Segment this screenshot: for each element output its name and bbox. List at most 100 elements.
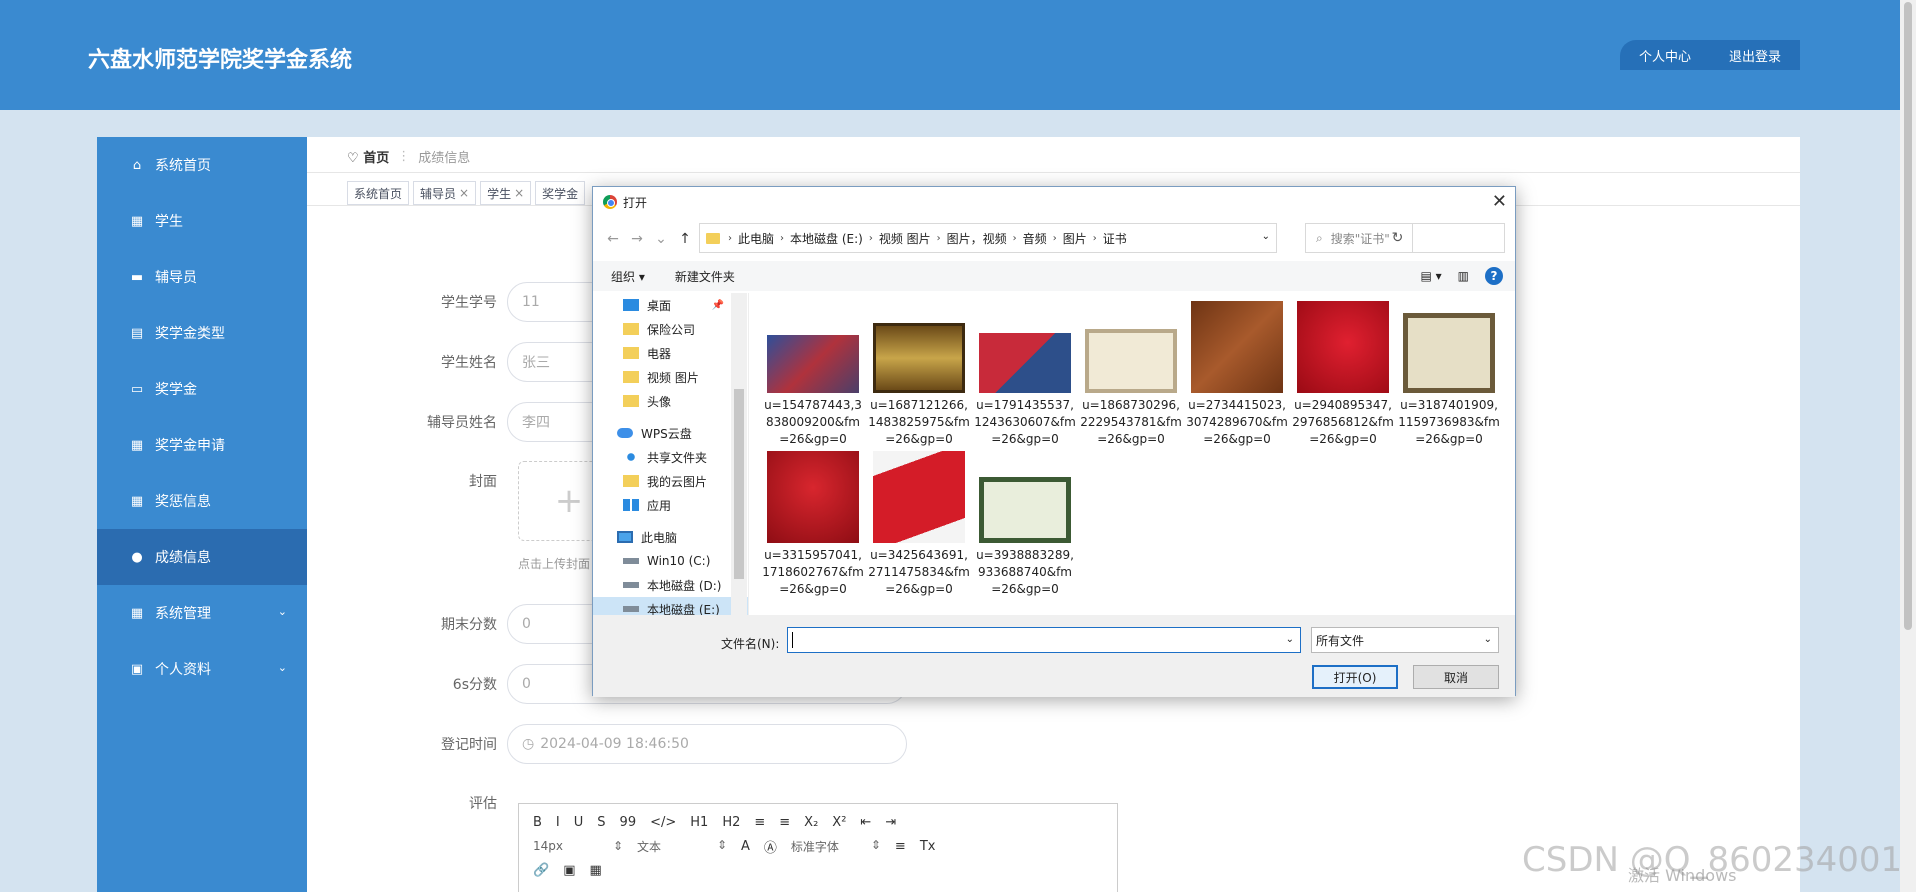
tree-item-folder[interactable]: 头像 [593,389,748,413]
file-item[interactable]: u=2734415023,3074289670&fm=26&gp=0 [1185,297,1289,448]
tree-item-folder[interactable]: 我的云图片 [593,469,748,493]
outdent-button[interactable]: ⇤ [860,815,871,830]
background-color-icon[interactable]: Ⓐ [764,837,777,856]
subscript-button[interactable]: X₂ [804,815,818,830]
reg-time-input[interactable]: ◷ 2024-04-09 18:46:50 [507,724,907,764]
quote-button[interactable]: 99 [620,815,637,830]
sidebar-item-profile[interactable]: ▣ 个人资料 ⌄ [97,641,307,697]
sidebar-item-home[interactable]: ⌂ 系统首页 [97,137,307,193]
file-item[interactable]: u=1687121266,1483825975&fm=26&gp=0 [867,297,971,448]
tree-item-drive-c[interactable]: Win10 (C:) [593,549,748,573]
font-size-select[interactable]: 14px ⇕ [533,839,623,853]
chevron-down-icon[interactable]: ⌄ [1262,231,1270,242]
tree-item-wps-cloud[interactable]: WPS云盘 [593,421,748,445]
filename-input[interactable]: ⌄ [787,627,1301,653]
font-family-select[interactable]: 标准字体 ⇕ [791,838,881,855]
tree-item-drive-d[interactable]: 本地磁盘 (D:) [593,573,748,597]
sidebar-item-grades[interactable]: ● 成绩信息 [97,529,307,585]
path-segment[interactable]: 视频 图片 [879,230,931,247]
user-center-link[interactable]: 个人中心 [1639,46,1691,65]
strike-button[interactable]: S [597,815,605,830]
file-item[interactable]: u=3938883289,933688740&fm=26&gp=0 [973,451,1077,598]
h2-button[interactable]: H2 [722,815,740,830]
path-segment[interactable]: 音频 [1023,230,1047,247]
tree-item-shared[interactable]: 共享文件夹 [593,445,748,469]
tab-counselor[interactable]: 辅导员 × [413,181,477,205]
scrollbar-thumb[interactable] [1904,2,1912,630]
organize-menu[interactable]: 组织 ▾ [611,268,645,285]
indent-button[interactable]: ⇥ [885,815,896,830]
sidebar-item-system[interactable]: ▦ 系统管理 ⌄ [97,585,307,641]
file-item[interactable]: u=3187401909,1159736983&fm=26&gp=0 [1397,297,1501,448]
ordered-list-button[interactable]: ≡ [754,815,765,830]
drive-icon [623,582,639,588]
sidebar-item-student[interactable]: ▦ 学生 [97,193,307,249]
back-arrow-icon[interactable]: ← [601,231,625,247]
address-bar[interactable]: › 此电脑 › 本地磁盘 (E:) › 视频 图片 › 图片，视频 › 音频 ›… [699,223,1277,253]
align-icon[interactable]: ≡ [895,839,906,854]
sidebar-item-scholarship-apply[interactable]: ▦ 奖学金申请 [97,417,307,473]
code-button[interactable]: </> [650,815,676,830]
superscript-button[interactable]: X² [832,815,846,830]
path-segment[interactable]: 证书 [1103,230,1127,247]
file-item[interactable]: u=1868730296,2229543781&fm=26&gp=0 [1079,297,1183,448]
tree-item-folder[interactable]: 保险公司 [593,317,748,341]
filetype-select[interactable]: 所有文件 ⌄ [1311,627,1499,653]
tab-student[interactable]: 学生 × [480,181,532,205]
path-segment[interactable]: 图片，视频 [947,230,1007,247]
tab-home[interactable]: 系统首页 [347,181,410,205]
help-icon[interactable]: ? [1485,267,1503,285]
tree-item-this-pc[interactable]: 此电脑 [593,525,748,549]
file-item[interactable]: u=154787443,3838009200&fm=26&gp=0 [761,297,865,448]
tree-item-folder[interactable]: 电器 [593,341,748,365]
open-button[interactable]: 打开(O) [1312,665,1398,689]
text-type-select[interactable]: 文本 ⇕ [637,838,727,855]
sidebar-item-scholarship-type[interactable]: ▤ 奖学金类型 [97,305,307,361]
file-item[interactable]: u=1791435537,1243630607&fm=26&gp=0 [973,297,1077,448]
clear-format-icon[interactable]: Tx [920,839,936,854]
monitor-icon: ▬ [130,269,144,285]
breadcrumb-home[interactable]: ♡ 首页 [347,147,389,166]
preview-pane-icon[interactable]: ▥ [1458,269,1469,283]
tab-scholarship[interactable]: 奖学金 [535,181,586,205]
search-input[interactable]: ⌕ 搜索"证书" [1305,223,1505,253]
tree-item-apps[interactable]: 应用 [593,493,748,517]
path-segment[interactable]: 图片 [1063,230,1087,247]
scrollbar-thumb[interactable] [734,389,744,579]
nav-pane-scrollbar[interactable] [731,293,747,615]
view-mode-icon[interactable]: ▤ ▾ [1420,269,1441,283]
close-icon[interactable]: ✕ [1492,191,1507,212]
link-icon[interactable]: 🔗 [533,863,549,878]
cancel-button[interactable]: 取消 [1413,665,1499,689]
h1-button[interactable]: H1 [690,815,708,830]
up-arrow-icon[interactable]: ↑ [673,231,697,247]
forward-arrow-icon[interactable]: → [625,231,649,247]
italic-button[interactable]: I [556,815,560,830]
chevron-down-icon[interactable]: ⌄ [1286,634,1294,645]
dialog-titlebar[interactable]: 打开 ✕ [593,187,1515,217]
underline-button[interactable]: U [574,815,584,830]
video-icon[interactable]: ▦ [589,863,601,878]
recent-dropdown-icon[interactable]: ⌄ [649,231,673,247]
image-icon[interactable]: ▣ [563,863,575,878]
bullet-list-button[interactable]: ≡ [779,815,790,830]
home-icon: ⌂ [132,157,142,173]
file-item[interactable]: u=3315957041,1718602767&fm=26&gp=0 [761,451,865,598]
path-segment[interactable]: 此电脑 [738,230,774,247]
logout-link[interactable]: 退出登录 [1729,46,1781,65]
page-scrollbar[interactable] [1900,0,1916,892]
rich-text-editor[interactable]: B I U S 99 </> H1 H2 ≡ ≡ X₂ X² ⇤ ⇥ 14px ⇕… [518,803,1118,892]
sidebar-item-scholarship[interactable]: ▭ 奖学金 [97,361,307,417]
bold-button[interactable]: B [533,815,542,830]
tree-item-desktop[interactable]: 桌面 📌 [593,293,748,317]
new-folder-button[interactable]: 新建文件夹 [675,268,735,285]
file-item[interactable]: u=3425643691,2711475834&fm=26&gp=0 [867,451,971,598]
sidebar-item-counselor[interactable]: ▬ 辅导员 [97,249,307,305]
path-segment[interactable]: 本地磁盘 (E:) [790,230,863,247]
file-item[interactable]: u=2940895347,2976856812&fm=26&gp=0 [1291,297,1395,448]
sidebar-item-reward-punish[interactable]: ▦ 奖惩信息 [97,473,307,529]
close-icon[interactable]: × [459,186,469,200]
close-icon[interactable]: × [514,186,524,200]
tree-item-folder[interactable]: 视频 图片 [593,365,748,389]
font-color-icon[interactable]: A [741,839,750,854]
